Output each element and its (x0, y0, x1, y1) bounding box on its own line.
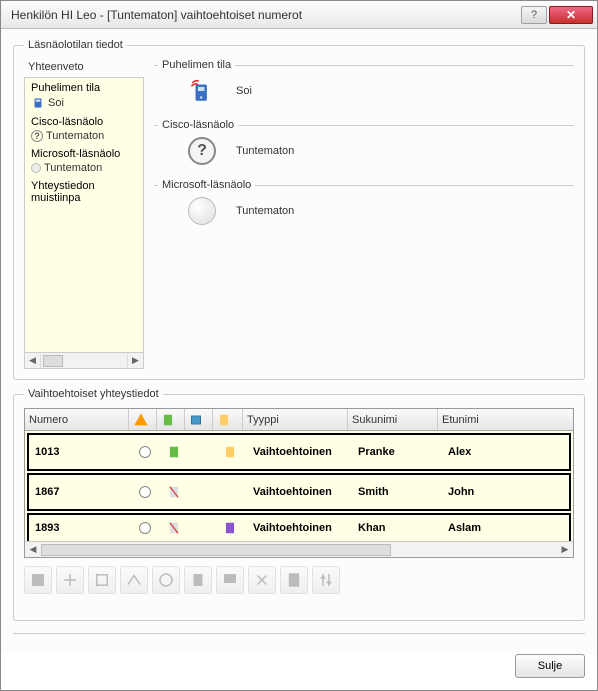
toolbar-btn-1[interactable] (24, 566, 52, 594)
cell-presence-icon (161, 515, 189, 541)
contacts-table: Numero Tyyppi Sukunimi Etunimi 1013 (24, 408, 574, 558)
presence-detail: Puhelimen tila Soi Cisco-läsnäolo ? Tu (154, 59, 574, 369)
cell-number: 1893 (29, 515, 133, 541)
table-row[interactable]: 1013 Vaihtoehtoinen Pranke Alex (27, 433, 571, 471)
col-note-icon[interactable] (213, 409, 243, 430)
dialog-window: Henkilön HI Leo - [Tuntematon] vaihtoeht… (0, 0, 598, 691)
table-row[interactable]: 1867 Vaihtoehtoinen Smith John (27, 473, 571, 511)
cell-note-icon (217, 435, 247, 469)
microsoft-presence-section: Microsoft-läsnäolo Tuntematon (154, 179, 574, 235)
phone-ringing-icon (188, 77, 216, 105)
col-type[interactable]: Tyyppi (243, 409, 348, 430)
presence-group: Läsnäolotilan tiedot Yhteenveto Puhelime… (13, 39, 585, 380)
col-number[interactable]: Numero (25, 409, 129, 430)
cell-type: Vaihtoehtoinen (247, 475, 352, 509)
phone-state-section: Puhelimen tila Soi (154, 59, 574, 115)
cell-number: 1013 (29, 435, 133, 469)
sidebar-list[interactable]: Puhelimen tila Soi Cisco-läsnäolo ?Tunte… (24, 77, 144, 353)
cell-firstname: John (442, 475, 569, 509)
close-button[interactable]: Sulje (515, 654, 585, 678)
cisco-status-text: Tuntematon (236, 145, 336, 157)
cell-firstname: Aslam (442, 515, 569, 541)
phone-status-text: Soi (236, 85, 336, 97)
alternate-contacts-group: Vaihtoehtoiset yhteystiedot Numero Tyypp… (13, 388, 585, 621)
cell-radio[interactable] (133, 475, 161, 509)
toolbar-btn-9[interactable] (280, 566, 308, 594)
scroll-left-icon[interactable]: ◀ (25, 354, 41, 368)
table-row[interactable]: 1893 Vaihtoehtoinen Khan Aslam (27, 513, 571, 541)
alternate-contacts-label: Vaihtoehtoiset yhteystiedot (24, 388, 163, 400)
sidebar-item-value: Tuntematon (44, 162, 102, 174)
scroll-right-icon[interactable]: ▶ (127, 354, 143, 368)
cell-type: Vaihtoehtoinen (247, 435, 352, 469)
cell-lastname: Khan (352, 515, 442, 541)
question-icon: ? (31, 130, 43, 142)
sidebar-header: Yhteenveto (24, 59, 144, 77)
toolbar-btn-2[interactable] (56, 566, 84, 594)
sidebar-item-label: Cisco-läsnäolo (31, 116, 137, 128)
summary-sidebar: Yhteenveto Puhelimen tila Soi Cisco-läsn… (24, 59, 144, 369)
microsoft-presence-legend: Microsoft-läsnäolo (158, 179, 255, 191)
col-warning-icon[interactable] (129, 409, 157, 430)
phone-state-legend: Puhelimen tila (158, 59, 235, 71)
cell-note-icon (217, 515, 247, 541)
scroll-left-icon[interactable]: ◀ (25, 543, 41, 557)
cisco-presence-legend: Cisco-läsnäolo (158, 119, 238, 131)
titlebar: Henkilön HI Leo - [Tuntematon] vaihtoeht… (1, 1, 597, 29)
scroll-thumb[interactable] (41, 544, 391, 556)
toolbar-btn-3[interactable] (88, 566, 116, 594)
toolbar-btn-7[interactable] (216, 566, 244, 594)
cell-firstname: Alex (442, 435, 569, 469)
close-window-button[interactable]: ✕ (549, 6, 593, 24)
separator (13, 633, 585, 634)
unknown-icon: ? (188, 137, 216, 165)
col-presence-icon[interactable] (157, 409, 185, 430)
scroll-right-icon[interactable]: ▶ (557, 543, 573, 557)
toolbar-btn-4[interactable] (120, 566, 148, 594)
contacts-toolbar (24, 558, 574, 598)
sidebar-item-microsoft[interactable]: Microsoft-läsnäolo Tuntematon (25, 144, 143, 176)
col-lastname[interactable]: Sukunimi (348, 409, 438, 430)
cell-type: Vaihtoehtoinen (247, 515, 352, 541)
cisco-presence-section: Cisco-läsnäolo ? Tuntematon (154, 119, 574, 175)
toolbar-btn-5[interactable] (152, 566, 180, 594)
table-hscroll[interactable]: ◀ ▶ (25, 541, 573, 557)
window-title: Henkilön HI Leo - [Tuntematon] vaihtoeht… (11, 8, 521, 22)
cell-presence-icon (161, 475, 189, 509)
cell-number: 1867 (29, 475, 133, 509)
cell-presence-icon (161, 435, 189, 469)
sidebar-hscroll[interactable]: ◀ ▶ (24, 353, 144, 369)
help-button[interactable]: ? (521, 6, 547, 24)
sidebar-item-label: Yhteystiedon muistiinpa (31, 180, 137, 204)
sidebar-item-cisco[interactable]: Cisco-läsnäolo ?Tuntematon (25, 112, 143, 144)
scroll-thumb[interactable] (43, 355, 63, 367)
col-calendar-icon[interactable] (185, 409, 213, 430)
cell-radio[interactable] (133, 515, 161, 541)
table-header: Numero Tyyppi Sukunimi Etunimi (25, 409, 573, 431)
cell-lastname: Pranke (352, 435, 442, 469)
circle-icon (31, 163, 41, 173)
presence-group-label: Läsnäolotilan tiedot (24, 39, 127, 51)
sidebar-item-value: Soi (48, 97, 64, 109)
cell-lastname: Smith (352, 475, 442, 509)
table-body: 1013 Vaihtoehtoinen Pranke Alex 1867 (25, 431, 573, 541)
sidebar-item-value: Tuntematon (46, 130, 104, 142)
toolbar-btn-10[interactable] (312, 566, 340, 594)
toolbar-btn-8[interactable] (248, 566, 276, 594)
sidebar-item-label: Microsoft-läsnäolo (31, 148, 137, 160)
ms-status-text: Tuntematon (236, 205, 336, 217)
dialog-footer: Sulje (1, 654, 597, 690)
col-firstname[interactable]: Etunimi (438, 409, 573, 430)
cell-radio[interactable] (133, 435, 161, 469)
phone-icon (31, 96, 45, 110)
sidebar-item-label: Puhelimen tila (31, 82, 137, 94)
presence-circle-icon (188, 197, 216, 225)
sidebar-item-notes[interactable]: Yhteystiedon muistiinpa (25, 176, 143, 206)
sidebar-item-phone[interactable]: Puhelimen tila Soi (25, 78, 143, 112)
toolbar-btn-6[interactable] (184, 566, 212, 594)
